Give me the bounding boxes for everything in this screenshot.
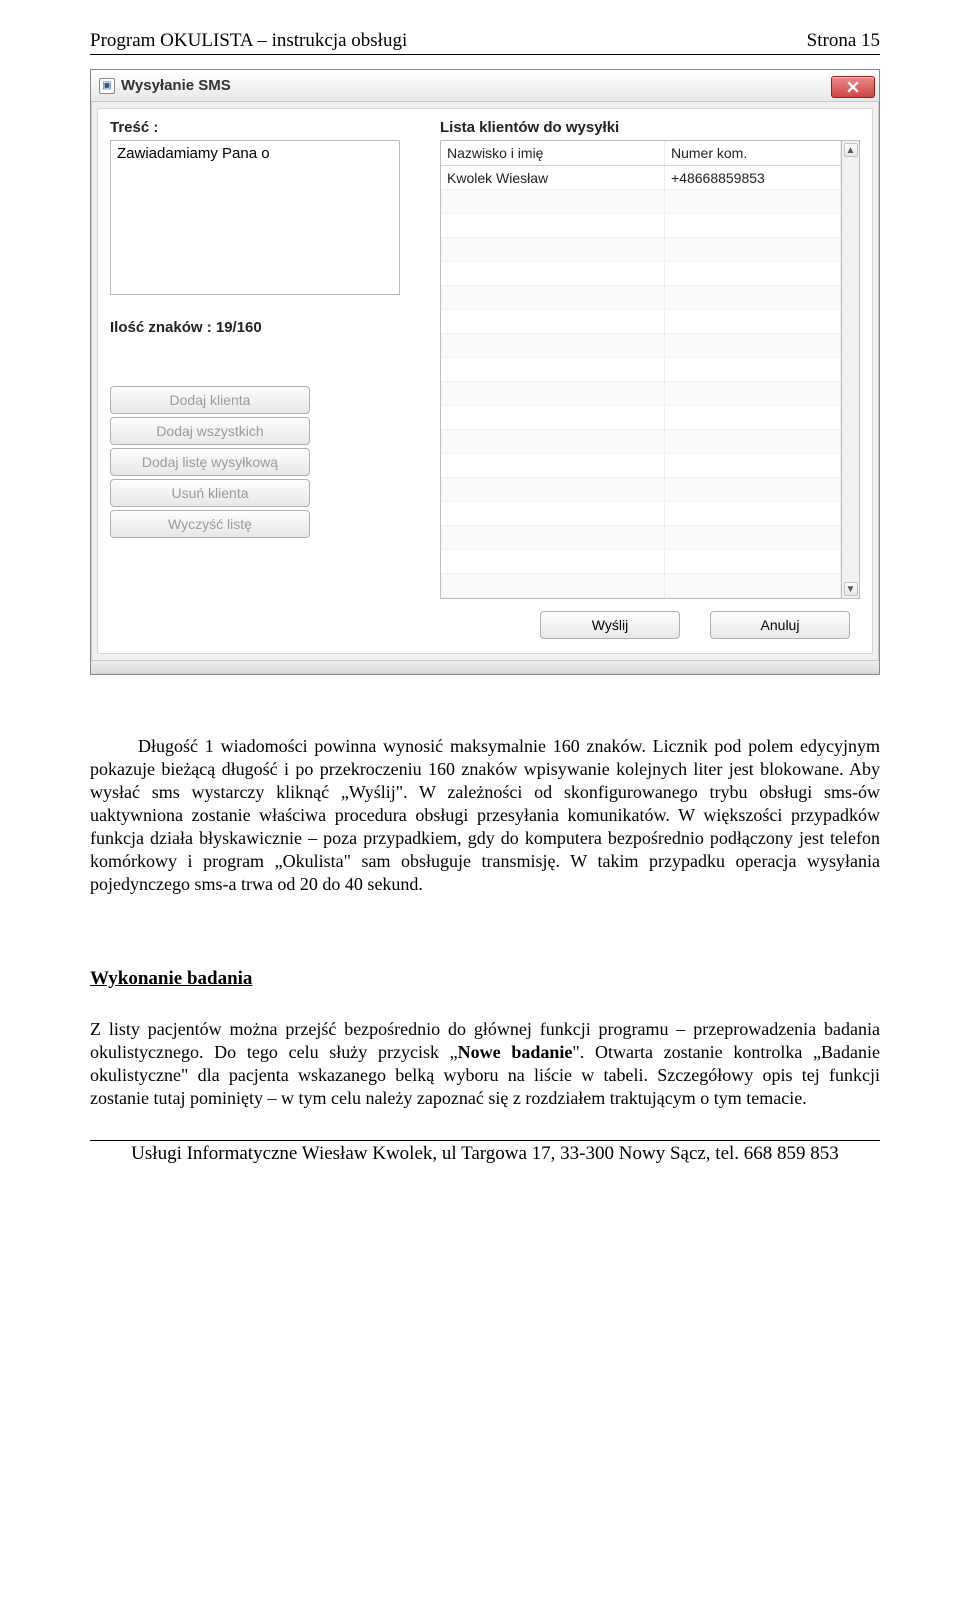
- grid-cell-num: [665, 406, 841, 429]
- table-row[interactable]: [441, 574, 841, 598]
- table-row[interactable]: [441, 286, 841, 310]
- screenshot-sms-dialog: ▣ Wysyłanie SMS Treść : Ilość zn: [90, 69, 880, 675]
- grid-cell-num: [665, 334, 841, 357]
- table-row[interactable]: [441, 454, 841, 478]
- header-left: Program OKULISTA – instrukcja obsługi: [90, 30, 407, 52]
- table-row[interactable]: [441, 550, 841, 574]
- table-row[interactable]: [441, 238, 841, 262]
- grid-cell-num: [665, 430, 841, 453]
- tresc-textarea[interactable]: [110, 140, 400, 295]
- grid-cell-name: Kwolek Wiesław: [441, 166, 665, 189]
- table-row[interactable]: [441, 382, 841, 406]
- grid-cell-name: [441, 382, 665, 405]
- grid-cell-name: [441, 430, 665, 453]
- grid-cell-name: [441, 286, 665, 309]
- grid-cell-name: [441, 454, 665, 477]
- page-footer: Usługi Informatyczne Wiesław Kwolek, ul …: [90, 1140, 880, 1165]
- grid-cell-name: [441, 310, 665, 333]
- grid-cell-num: [665, 286, 841, 309]
- wyczysc-liste-button[interactable]: Wyczyść listę: [110, 510, 310, 538]
- table-row[interactable]: [441, 214, 841, 238]
- table-row[interactable]: [441, 358, 841, 382]
- grid-cell-num: [665, 358, 841, 381]
- grid-cell-num: [665, 214, 841, 237]
- close-button[interactable]: [831, 76, 875, 98]
- dodaj-wszystkich-button[interactable]: Dodaj wszystkich: [110, 417, 310, 445]
- table-row[interactable]: [441, 310, 841, 334]
- table-row[interactable]: [441, 430, 841, 454]
- body-paragraph-1: Długość 1 wiadomości powinna wynosić mak…: [90, 735, 880, 896]
- grid-cell-name: [441, 262, 665, 285]
- dodaj-liste-button[interactable]: Dodaj listę wysyłkową: [110, 448, 310, 476]
- wyslij-button[interactable]: Wyślij: [540, 611, 680, 639]
- table-row[interactable]: [441, 262, 841, 286]
- header-right: Strona 15: [807, 30, 880, 52]
- grid-cell-name: [441, 574, 665, 597]
- app-icon: ▣: [99, 78, 115, 94]
- table-row[interactable]: [441, 334, 841, 358]
- dialog-status-bar: [91, 660, 879, 674]
- grid-cell-num: [665, 502, 841, 525]
- klient-grid[interactable]: Nazwisko i imię Numer kom. Kwolek Wiesła…: [440, 140, 842, 599]
- grid-cell-num: [665, 190, 841, 213]
- grid-cell-name: [441, 502, 665, 525]
- grid-cell-name: [441, 190, 665, 213]
- table-row[interactable]: [441, 502, 841, 526]
- grid-cell-num: [665, 526, 841, 549]
- lista-label: Lista klientów do wysyłki: [440, 119, 860, 136]
- section-heading: Wykonanie badania: [90, 968, 880, 990]
- close-icon: [847, 81, 859, 93]
- dialog-title: Wysyłanie SMS: [121, 77, 231, 94]
- grid-col-name: Nazwisko i imię: [441, 141, 665, 165]
- table-row[interactable]: [441, 478, 841, 502]
- grid-cell-name: [441, 214, 665, 237]
- grid-cell-num: [665, 550, 841, 573]
- grid-scrollbar[interactable]: ▲ ▼: [842, 140, 860, 599]
- grid-cell-num: +48668859853: [665, 166, 841, 189]
- grid-col-num: Numer kom.: [665, 141, 841, 165]
- grid-cell-name: [441, 478, 665, 501]
- grid-cell-num: [665, 238, 841, 261]
- usun-klienta-button[interactable]: Usuń klienta: [110, 479, 310, 507]
- table-row[interactable]: [441, 526, 841, 550]
- grid-cell-name: [441, 334, 665, 357]
- scroll-up-icon[interactable]: ▲: [844, 143, 858, 157]
- grid-cell-name: [441, 406, 665, 429]
- char-count: Ilość znaków : 19/160: [110, 319, 410, 336]
- grid-cell-name: [441, 358, 665, 381]
- grid-cell-num: [665, 574, 841, 597]
- table-row[interactable]: [441, 190, 841, 214]
- table-row[interactable]: [441, 406, 841, 430]
- grid-cell-name: [441, 550, 665, 573]
- grid-cell-name: [441, 238, 665, 261]
- tresc-label: Treść :: [110, 119, 410, 136]
- grid-cell-name: [441, 526, 665, 549]
- grid-cell-num: [665, 454, 841, 477]
- anuluj-button[interactable]: Anuluj: [710, 611, 850, 639]
- scroll-down-icon[interactable]: ▼: [844, 582, 858, 596]
- grid-cell-num: [665, 310, 841, 333]
- dodaj-klienta-button[interactable]: Dodaj klienta: [110, 386, 310, 414]
- table-row[interactable]: Kwolek Wiesław+48668859853: [441, 166, 841, 190]
- grid-cell-num: [665, 382, 841, 405]
- grid-cell-num: [665, 262, 841, 285]
- grid-cell-num: [665, 478, 841, 501]
- body-paragraph-2: Z listy pacjentów można przejść bezpośre…: [90, 1018, 880, 1110]
